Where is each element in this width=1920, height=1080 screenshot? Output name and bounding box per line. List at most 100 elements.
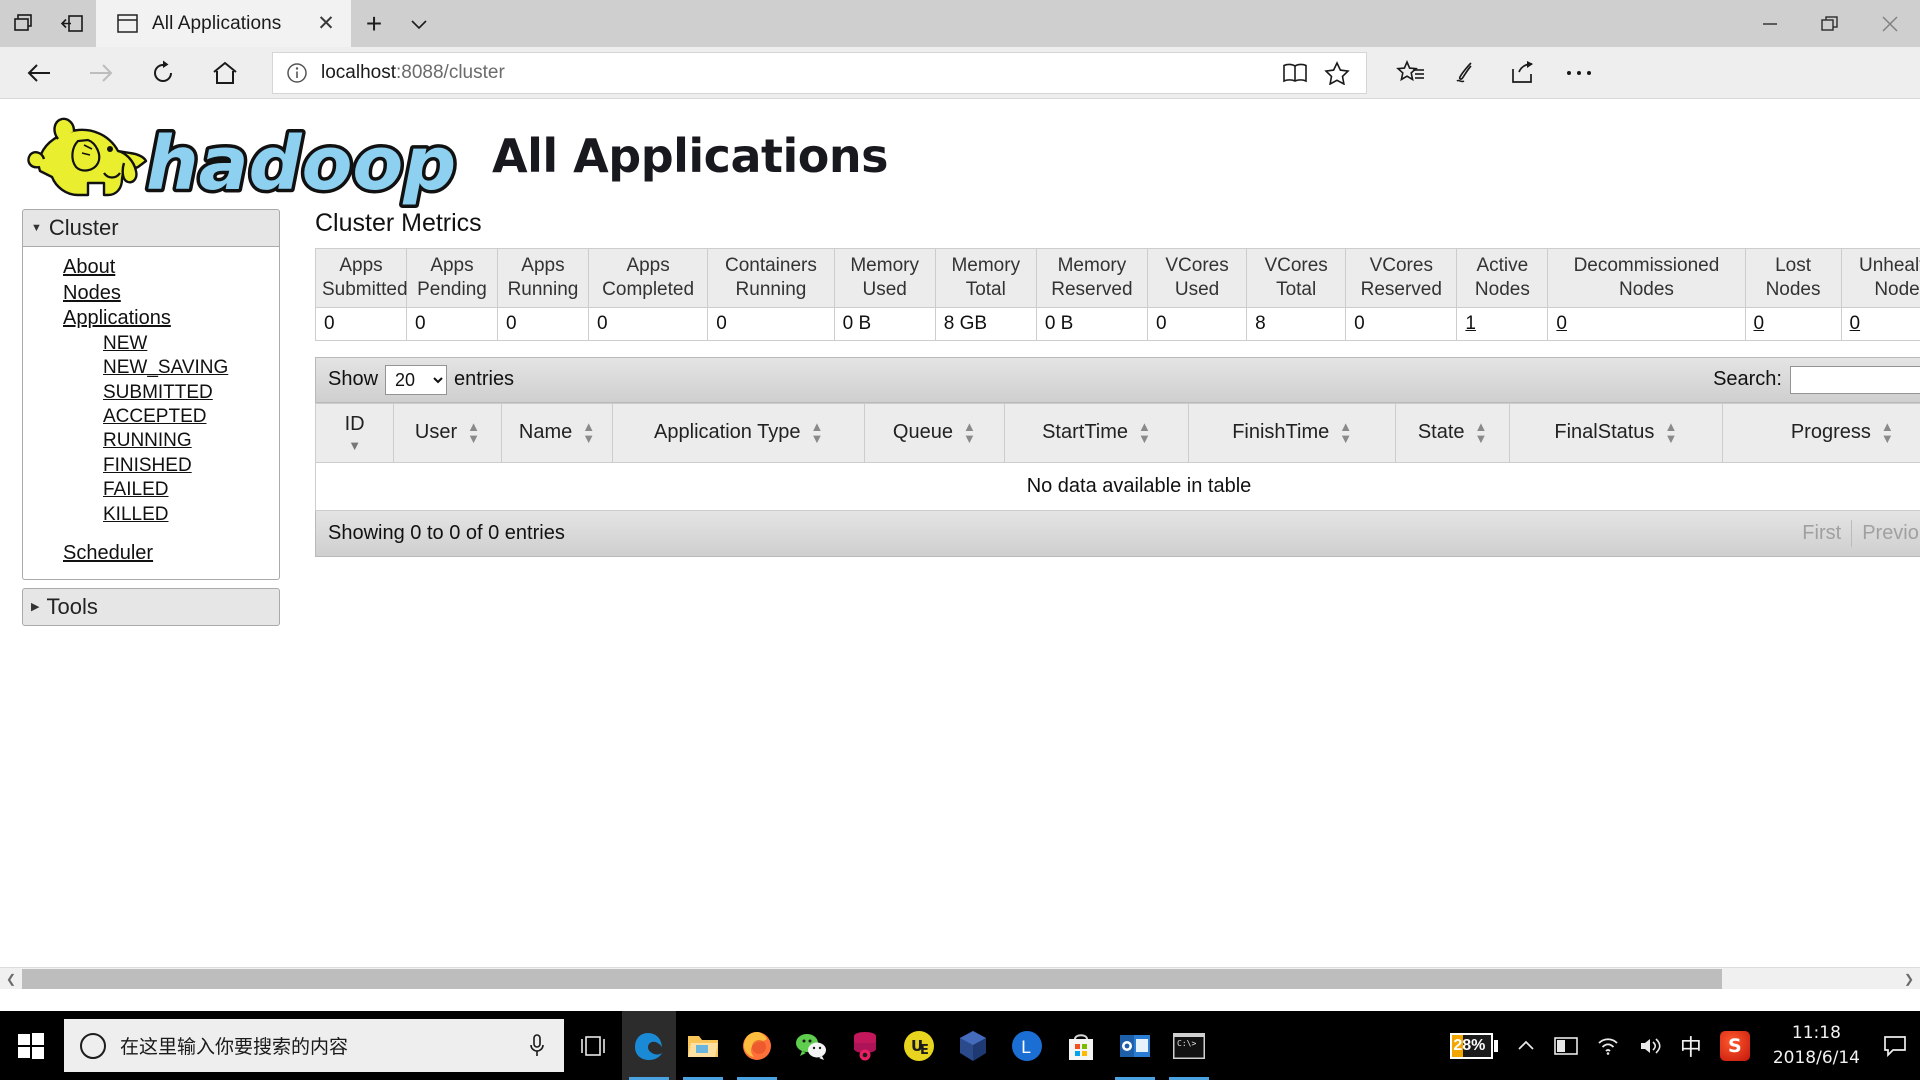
restore-icon[interactable]: [1800, 0, 1860, 47]
sidebar-item-scheduler[interactable]: Scheduler: [23, 541, 279, 567]
taskbar-app-firefox[interactable]: [730, 1011, 784, 1080]
taskbar-app-microsoft-edge[interactable]: [622, 1011, 676, 1080]
taskbar-app-virtualbox[interactable]: [946, 1011, 1000, 1080]
apps-col-queue[interactable]: Queue ▲ ▼: [863, 402, 1005, 463]
taskbar-app-file-explorer[interactable]: [676, 1011, 730, 1080]
taskbar-app-microsoft-store[interactable]: [1054, 1011, 1108, 1080]
apps-col-finishtime[interactable]: FinishTime ▲ ▼: [1188, 402, 1397, 463]
lost-nodes-link[interactable]: 0: [1754, 313, 1765, 334]
sidebar-item-failed[interactable]: FAILED: [23, 478, 279, 502]
apps-col-finalstatus[interactable]: FinalStatus ▲ ▼: [1509, 402, 1723, 463]
taskbar-app-icons: UE L C:\>: [622, 1011, 1216, 1080]
home-icon[interactable]: [194, 50, 256, 96]
close-tab-icon[interactable]: ✕: [311, 9, 341, 39]
ime-indicator[interactable]: 中: [1671, 1011, 1711, 1080]
taskbar-app-mysql-workbench[interactable]: [838, 1011, 892, 1080]
metrics-val-apps-running: 0: [496, 306, 589, 341]
scroll-left-icon[interactable]: ❮: [0, 968, 22, 990]
search-input[interactable]: [1790, 365, 1920, 394]
apps-col-state[interactable]: State ▲ ▼: [1395, 402, 1511, 463]
pagination-first[interactable]: First: [1792, 519, 1853, 547]
taskbar-search-box[interactable]: 在这里输入你要搜索的内容: [64, 1019, 564, 1072]
metrics-col-memory-used: Memory Used: [833, 248, 936, 308]
metrics-col-vcores-total: VCores Total: [1246, 248, 1347, 308]
sidebar-item-about[interactable]: About: [23, 255, 279, 281]
apps-col-starttime[interactable]: StartTime ▲ ▼: [1003, 402, 1190, 463]
scroll-right-icon[interactable]: ❯: [1898, 968, 1920, 990]
wifi-icon[interactable]: [1587, 1011, 1629, 1080]
taskbar-app-ultraedit[interactable]: UE: [892, 1011, 946, 1080]
active-nodes-link[interactable]: 1: [1465, 313, 1476, 334]
sidebar-item-finished[interactable]: FINISHED: [23, 454, 279, 478]
taskbar-app-outlook[interactable]: [1108, 1011, 1162, 1080]
reading-view-icon[interactable]: [1274, 53, 1316, 93]
sogou-logo: S: [1719, 1030, 1750, 1061]
refresh-icon[interactable]: [132, 50, 194, 96]
volume-icon[interactable]: [1629, 1011, 1671, 1080]
action-center-icon[interactable]: [1545, 1011, 1587, 1080]
decommissioned-nodes-link[interactable]: 0: [1556, 313, 1567, 334]
minimize-icon[interactable]: [1740, 0, 1800, 47]
window-list-icon[interactable]: [0, 0, 48, 47]
taskbar-clock[interactable]: 11:18 2018/6/14: [1759, 1021, 1874, 1070]
apps-col-progress[interactable]: Progress ▲ ▼: [1721, 402, 1920, 463]
taskbar-app-wechat[interactable]: [784, 1011, 838, 1080]
task-view-button[interactable]: [564, 1011, 622, 1080]
page-header: hadoop hadoop All Applications: [0, 99, 1920, 211]
forward-arrow-icon[interactable]: [70, 50, 132, 96]
share-icon[interactable]: [1495, 50, 1551, 96]
sidebar-item-applications[interactable]: Applications: [23, 306, 279, 332]
apps-col-id[interactable]: ID ▼: [314, 402, 395, 463]
sidebar-cluster-header[interactable]: ▼ Cluster: [22, 209, 280, 247]
notifications-icon[interactable]: [1874, 1035, 1916, 1057]
sidebar-item-new-saving[interactable]: NEW_SAVING: [23, 356, 279, 380]
microphone-icon[interactable]: [520, 1033, 554, 1059]
battery-icon: 28%: [1449, 1032, 1498, 1059]
scrollbar-track[interactable]: [22, 968, 1898, 990]
sort-icon: ▲ ▼: [1474, 419, 1488, 446]
address-bar[interactable]: localhost:8088/cluster: [272, 51, 1367, 94]
horizontal-scrollbar[interactable]: ❮ ❯: [0, 967, 1920, 989]
sidebar-item-accepted[interactable]: ACCEPTED: [23, 405, 279, 429]
pen-icon[interactable]: [1439, 50, 1495, 96]
metrics-col-decommissioned-nodes: Decommissioned Nodes: [1547, 248, 1746, 308]
ellipsis-icon[interactable]: [1551, 50, 1607, 96]
sidebar-tools-header[interactable]: ▶ Tools: [22, 587, 280, 626]
new-tab-button[interactable]: +: [351, 0, 397, 47]
browser-tab[interactable]: All Applications ✕: [96, 0, 351, 47]
apps-col-application-type[interactable]: Application Type ▲ ▼: [612, 402, 865, 463]
apps-col-name[interactable]: Name ▲ ▼: [500, 402, 614, 463]
set-aside-tabs-icon[interactable]: [48, 0, 96, 47]
unhealthy-nodes-link[interactable]: 0: [1850, 313, 1861, 334]
sogou-input-icon[interactable]: S: [1711, 1011, 1759, 1080]
taskbar-app-command-prompt[interactable]: C:\>: [1162, 1011, 1216, 1080]
show-hidden-icons-button[interactable]: [1507, 1011, 1545, 1080]
page-viewport: hadoop hadoop All Applications ▼ Cluster…: [0, 99, 1920, 989]
pagination-previous[interactable]: Previous: [1852, 520, 1920, 547]
sidebar-item-running[interactable]: RUNNING: [23, 429, 279, 453]
page-length-select[interactable]: 2050100: [385, 364, 448, 395]
info-icon[interactable]: [281, 62, 313, 84]
apps-col-user[interactable]: User ▲ ▼: [393, 402, 502, 463]
taskbar-app-lantern[interactable]: L: [1000, 1011, 1054, 1080]
sidebar-item-new[interactable]: NEW: [23, 332, 279, 356]
sidebar-item-submitted[interactable]: SUBMITTED: [23, 381, 279, 405]
address-text[interactable]: localhost:8088/cluster: [313, 62, 1274, 84]
battery-status[interactable]: 28%: [1441, 1011, 1507, 1080]
sidebar-item-nodes[interactable]: Nodes: [23, 281, 279, 307]
applications-datatable: Show 2050100 entries Search:: [314, 356, 1920, 557]
close-icon[interactable]: [1860, 0, 1920, 47]
sort-icon: ▲ ▼: [1664, 419, 1678, 446]
back-arrow-icon[interactable]: [8, 50, 70, 96]
metrics-val-vcores-total: 8: [1246, 306, 1347, 341]
metrics-col-lost-nodes: Lost Nodes: [1744, 248, 1842, 308]
page-content: hadoop hadoop All Applications ▼ Cluster…: [0, 99, 1920, 967]
scrollbar-thumb[interactable]: [22, 968, 1722, 989]
hub-icon[interactable]: [1383, 50, 1439, 96]
star-icon[interactable]: [1316, 53, 1358, 93]
chevron-down-icon[interactable]: [397, 0, 441, 47]
start-button[interactable]: [0, 1011, 62, 1080]
windows-taskbar: 在这里输入你要搜索的内容 UE L C:\> 28% 中 S 11:18 201…: [0, 1011, 1920, 1080]
search-placeholder-text: 在这里输入你要搜索的内容: [120, 1036, 349, 1058]
sidebar-item-killed[interactable]: KILLED: [23, 503, 279, 527]
